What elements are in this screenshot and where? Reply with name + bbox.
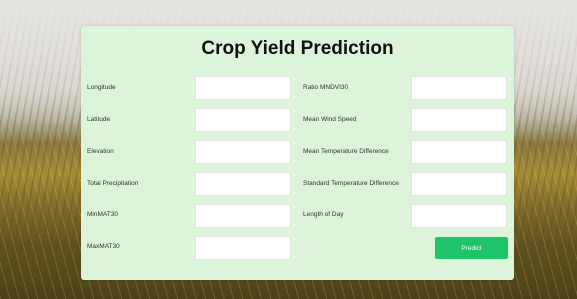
latitude-label: Latitude bbox=[87, 116, 111, 123]
prediction-form-card: Crop Yield Prediction Longitude Latitude… bbox=[81, 26, 514, 280]
minmat30-input[interactable] bbox=[195, 204, 291, 228]
latitude-input[interactable] bbox=[195, 108, 291, 132]
total-precipitation-label: Total Precipitation bbox=[87, 180, 139, 187]
mean-wind-speed-input[interactable] bbox=[411, 108, 507, 132]
length-of-day-input[interactable] bbox=[411, 204, 507, 228]
mean-temperature-difference-label: Mean Temperature Difference bbox=[303, 148, 389, 155]
longitude-label: Longitude bbox=[87, 84, 116, 91]
ratio-mndvi30-label: Ratio MNDVI30 bbox=[303, 84, 349, 91]
elevation-label: Elevation bbox=[87, 148, 114, 155]
minmat30-label: MinMAT30 bbox=[87, 211, 118, 218]
page-title: Crop Yield Prediction bbox=[201, 38, 394, 59]
standard-temperature-difference-input[interactable] bbox=[411, 172, 507, 196]
total-precipitation-input[interactable] bbox=[195, 172, 291, 196]
mean-temperature-difference-input[interactable] bbox=[411, 140, 507, 164]
predict-button[interactable]: Predict bbox=[435, 237, 508, 259]
maxmat30-label: MaxMAT30 bbox=[87, 243, 120, 250]
longitude-input[interactable] bbox=[195, 76, 291, 100]
elevation-input[interactable] bbox=[195, 140, 291, 164]
mean-wind-speed-label: Mean Wind Speed bbox=[303, 116, 357, 123]
ratio-mndvi30-input[interactable] bbox=[411, 76, 507, 100]
standard-temperature-difference-label: Standard Temperature Difference bbox=[303, 180, 399, 187]
maxmat30-input[interactable] bbox=[195, 236, 291, 260]
length-of-day-label: Length of Day bbox=[303, 211, 344, 218]
